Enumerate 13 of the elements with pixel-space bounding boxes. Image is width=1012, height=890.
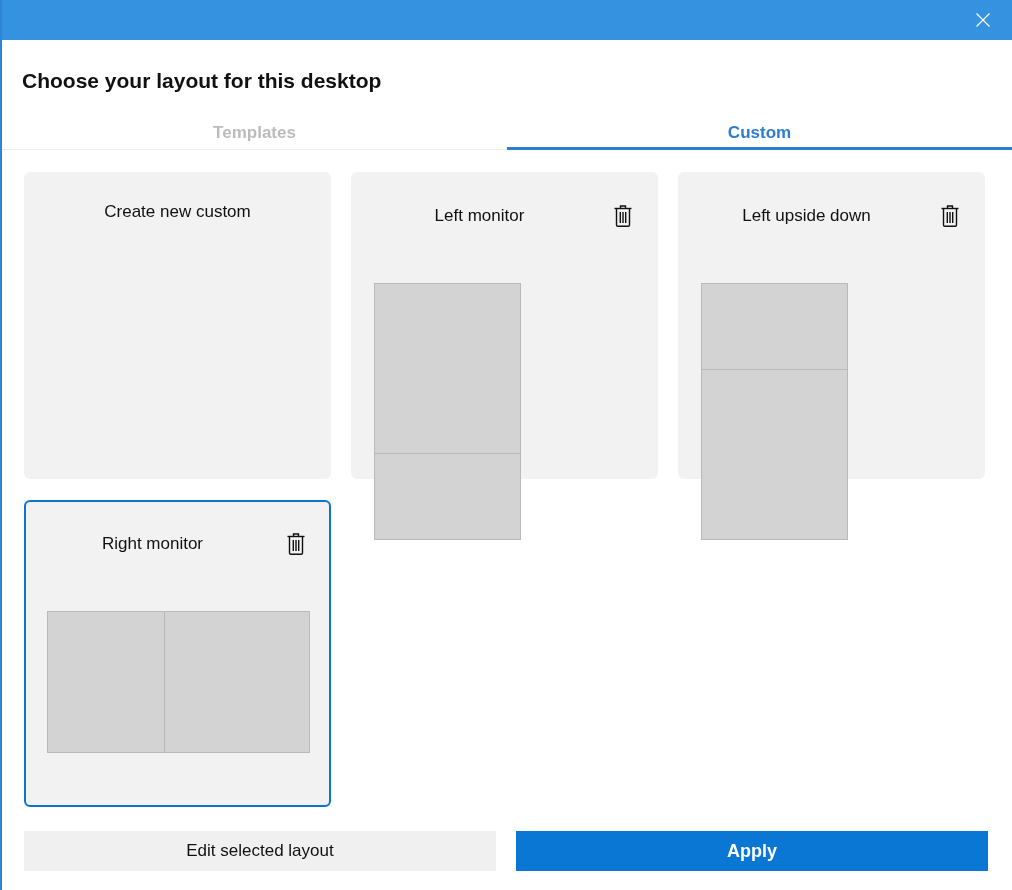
new-layout-card[interactable]: Create new custom [24,172,331,479]
apply-button[interactable]: Apply [516,831,988,871]
card-title: Left monitor [433,205,526,227]
card-title: Right monitor [100,533,205,555]
trash-icon[interactable] [287,533,305,555]
trash-icon[interactable] [614,205,632,227]
tab[interactable]: Custom [507,120,1012,150]
edit-layout-button[interactable]: Edit selected layout [24,831,496,871]
close-icon[interactable] [976,13,990,27]
dialog-heading: Choose your layout for this desktop [21,68,383,94]
card-title: Create new custom [103,201,252,223]
card-title: Left upside down [741,205,872,227]
trash-icon[interactable] [941,205,959,227]
